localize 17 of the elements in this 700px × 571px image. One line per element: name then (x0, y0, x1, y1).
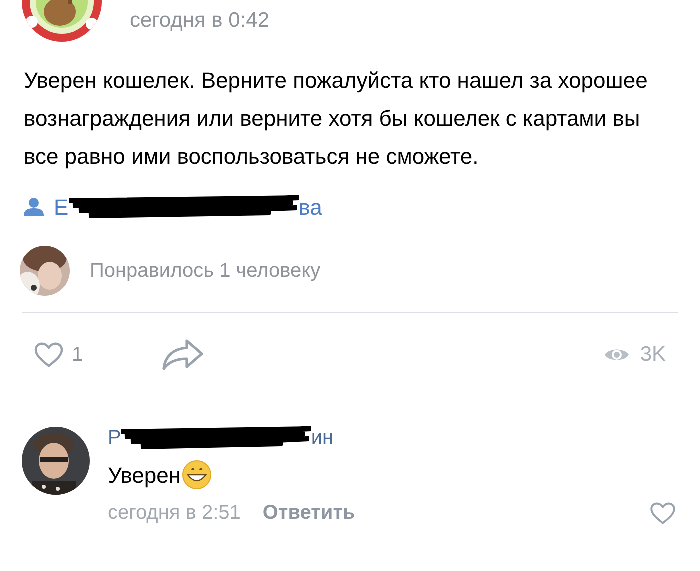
heart-icon[interactable] (34, 342, 64, 368)
comment-text: Уверен (108, 462, 182, 490)
post-time: сегодня в 0:42 (130, 8, 270, 34)
post-text: Уверен кошелек. Верните пожалуйста кто нашел за хорошее вознаграждения или верните хотя бы кошелек с картами вы все равно ими воспользоваться не сможете. (23, 67, 649, 171)
author-name-fragment[interactable]: ва (298, 190, 322, 224)
likes-summary[interactable]: Понравилось 1 человеку (90, 256, 321, 286)
like-count: 1 (72, 343, 84, 368)
heart-icon[interactable] (650, 502, 676, 524)
share-icon[interactable] (161, 338, 206, 372)
views-count: 3K (640, 342, 666, 368)
comment-time: сегодня в 2:51 (108, 501, 241, 526)
person-icon (24, 198, 44, 216)
reply-link[interactable]: Ответить (262, 498, 356, 528)
author-name-fragment[interactable]: Е (54, 190, 69, 224)
commenter-name-fragment[interactable]: ин (311, 423, 334, 453)
commenter-name-fragment[interactable]: Р (108, 423, 122, 453)
grinning-emoji-icon (182, 460, 212, 490)
